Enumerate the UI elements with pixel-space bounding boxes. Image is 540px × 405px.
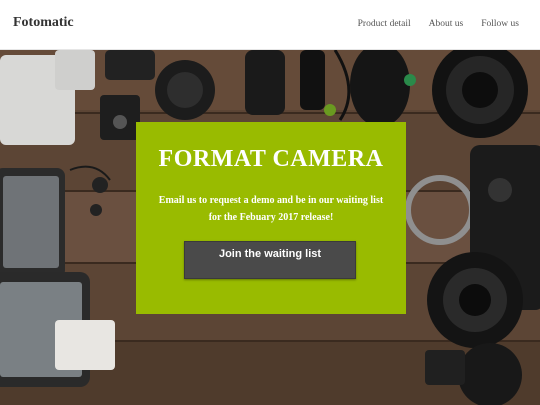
- card-title: FORMAT CAMERA: [158, 146, 384, 172]
- card-description-line-1: Email us to request a demo and be in our…: [158, 195, 384, 206]
- card-description: Email us to request a demo and be in our…: [156, 192, 386, 226]
- nav-links: Product detail About us Follow us: [340, 19, 519, 29]
- nav-link-product-detail[interactable]: Product detail: [358, 19, 411, 29]
- nav-link-about-us[interactable]: About us: [429, 19, 464, 29]
- brand-logo-link[interactable]: Fotomatic: [13, 15, 74, 31]
- card-description-line-2: for the Febuary 2017 release!: [208, 212, 334, 223]
- top-navbar: Fotomatic Product detail About us Follow…: [0, 0, 540, 50]
- join-waiting-list-button[interactable]: Join the waiting list: [184, 241, 356, 279]
- hero-section: FORMAT CAMERA Email us to request a demo…: [0, 50, 540, 405]
- signup-card: FORMAT CAMERA Email us to request a demo…: [136, 122, 406, 314]
- nav-link-follow-us[interactable]: Follow us: [481, 19, 519, 29]
